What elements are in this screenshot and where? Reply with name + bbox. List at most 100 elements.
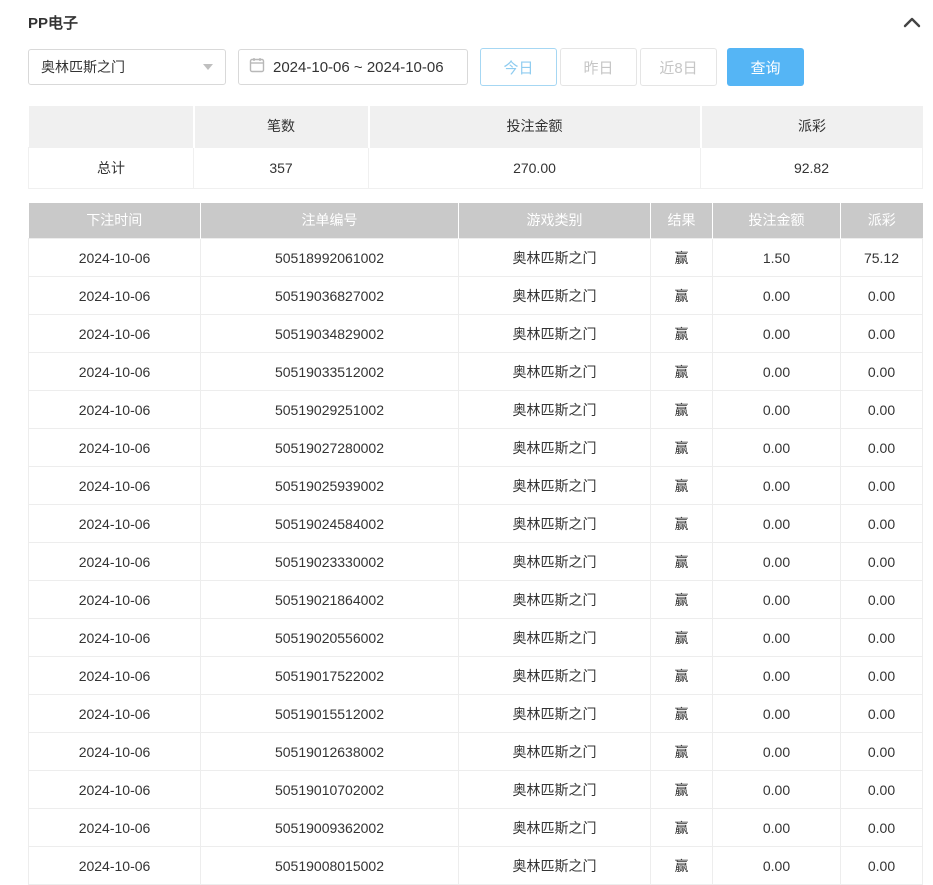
summary-table: 笔数 投注金额 派彩 总计 357 270.00 92.82 — [28, 106, 923, 189]
cell-payout: 0.00 — [841, 277, 923, 315]
summary-total-count: 357 — [194, 147, 369, 188]
cell-game-type: 奥林匹斯之门 — [459, 733, 651, 771]
table-row: 2024-10-0650519036827002奥林匹斯之门赢0.000.00 — [29, 277, 923, 315]
cell-payout: 0.00 — [841, 429, 923, 467]
cell-payout: 0.00 — [841, 695, 923, 733]
records-table: 下注时间 注单编号 游戏类别 结果 投注金额 派彩 2024-10-065051… — [28, 203, 923, 885]
cell-result: 赢 — [651, 809, 713, 847]
cell-bet-id: 50518992061002 — [201, 239, 459, 277]
cell-bet-time: 2024-10-06 — [29, 277, 201, 315]
cell-result: 赢 — [651, 277, 713, 315]
cell-bet-amount: 0.00 — [713, 695, 841, 733]
cell-game-type: 奥林匹斯之门 — [459, 467, 651, 505]
cell-bet-amount: 0.00 — [713, 429, 841, 467]
cell-bet-time: 2024-10-06 — [29, 315, 201, 353]
cell-result: 赢 — [651, 239, 713, 277]
cell-bet-amount: 0.00 — [713, 581, 841, 619]
cell-bet-time: 2024-10-06 — [29, 733, 201, 771]
cell-result: 赢 — [651, 429, 713, 467]
panel-header: PP电子 — [28, 8, 922, 36]
caret-down-icon — [203, 64, 213, 70]
cell-bet-id: 50519036827002 — [201, 277, 459, 315]
cell-game-type: 奥林匹斯之门 — [459, 353, 651, 391]
cell-bet-amount: 0.00 — [713, 619, 841, 657]
records-header-row: 下注时间 注单编号 游戏类别 结果 投注金额 派彩 — [29, 203, 923, 239]
game-select-value: 奥林匹斯之门 — [41, 57, 125, 77]
summary-header-payout: 派彩 — [701, 106, 923, 147]
cell-payout: 0.00 — [841, 733, 923, 771]
cell-payout: 0.00 — [841, 809, 923, 847]
last-8-days-button[interactable]: 近8日 — [640, 48, 717, 86]
date-range-value: 2024-10-06 ~ 2024-10-06 — [273, 59, 444, 76]
chevron-up-icon[interactable] — [902, 15, 922, 29]
today-button[interactable]: 今日 — [480, 48, 557, 86]
cell-bet-amount: 0.00 — [713, 467, 841, 505]
cell-bet-time: 2024-10-06 — [29, 391, 201, 429]
cell-bet-id: 50519034829002 — [201, 315, 459, 353]
cell-payout: 0.00 — [841, 581, 923, 619]
summary-header-blank — [29, 106, 194, 147]
cell-result: 赢 — [651, 505, 713, 543]
cell-bet-amount: 0.00 — [713, 809, 841, 847]
cell-bet-id: 50519020556002 — [201, 619, 459, 657]
cell-bet-amount: 0.00 — [713, 543, 841, 581]
cell-bet-time: 2024-10-06 — [29, 771, 201, 809]
header-game-type: 游戏类别 — [459, 203, 651, 239]
cell-bet-time: 2024-10-06 — [29, 581, 201, 619]
cell-result: 赢 — [651, 467, 713, 505]
table-row: 2024-10-0650519012638002奥林匹斯之门赢0.000.00 — [29, 733, 923, 771]
table-row: 2024-10-0650519017522002奥林匹斯之门赢0.000.00 — [29, 657, 923, 695]
cell-game-type: 奥林匹斯之门 — [459, 391, 651, 429]
cell-bet-time: 2024-10-06 — [29, 847, 201, 885]
filter-bar: 奥林匹斯之门 2024-10-06 ~ 2024-10-06 今日 昨日 近8日… — [28, 48, 922, 86]
cell-bet-amount: 0.00 — [713, 733, 841, 771]
cell-game-type: 奥林匹斯之门 — [459, 619, 651, 657]
cell-bet-time: 2024-10-06 — [29, 505, 201, 543]
table-row: 2024-10-0650519009362002奥林匹斯之门赢0.000.00 — [29, 809, 923, 847]
header-bet-id: 注单编号 — [201, 203, 459, 239]
table-row: 2024-10-0650519008015002奥林匹斯之门赢0.000.00 — [29, 847, 923, 885]
table-row: 2024-10-0650519025939002奥林匹斯之门赢0.000.00 — [29, 467, 923, 505]
cell-payout: 0.00 — [841, 543, 923, 581]
header-bet-amount: 投注金额 — [713, 203, 841, 239]
cell-bet-id: 50519021864002 — [201, 581, 459, 619]
cell-bet-time: 2024-10-06 — [29, 353, 201, 391]
cell-result: 赢 — [651, 353, 713, 391]
cell-bet-id: 50519010702002 — [201, 771, 459, 809]
cell-payout: 0.00 — [841, 315, 923, 353]
cell-game-type: 奥林匹斯之门 — [459, 277, 651, 315]
cell-result: 赢 — [651, 847, 713, 885]
header-payout: 派彩 — [841, 203, 923, 239]
query-button[interactable]: 查询 — [727, 48, 804, 86]
cell-result: 赢 — [651, 581, 713, 619]
cell-bet-amount: 0.00 — [713, 391, 841, 429]
cell-bet-amount: 0.00 — [713, 277, 841, 315]
pp-games-panel: PP电子 奥林匹斯之门 2024-10-06 ~ 2024-10-06 今日 — [0, 0, 933, 885]
cell-payout: 75.12 — [841, 239, 923, 277]
cell-result: 赢 — [651, 771, 713, 809]
summary-total-label: 总计 — [29, 147, 194, 188]
yesterday-button[interactable]: 昨日 — [560, 48, 637, 86]
records-body: 2024-10-0650518992061002奥林匹斯之门赢1.5075.12… — [29, 239, 923, 885]
table-row: 2024-10-0650519033512002奥林匹斯之门赢0.000.00 — [29, 353, 923, 391]
cell-bet-time: 2024-10-06 — [29, 467, 201, 505]
cell-game-type: 奥林匹斯之门 — [459, 657, 651, 695]
cell-result: 赢 — [651, 315, 713, 353]
cell-payout: 0.00 — [841, 657, 923, 695]
cell-result: 赢 — [651, 543, 713, 581]
cell-game-type: 奥林匹斯之门 — [459, 771, 651, 809]
table-row: 2024-10-0650519029251002奥林匹斯之门赢0.000.00 — [29, 391, 923, 429]
cell-payout: 0.00 — [841, 353, 923, 391]
table-row: 2024-10-0650519034829002奥林匹斯之门赢0.000.00 — [29, 315, 923, 353]
summary-header-row: 笔数 投注金额 派彩 — [29, 106, 923, 147]
cell-result: 赢 — [651, 657, 713, 695]
summary-header-count: 笔数 — [194, 106, 369, 147]
table-row: 2024-10-0650519020556002奥林匹斯之门赢0.000.00 — [29, 619, 923, 657]
summary-header-bet-amount: 投注金额 — [369, 106, 701, 147]
cell-payout: 0.00 — [841, 391, 923, 429]
game-select[interactable]: 奥林匹斯之门 — [28, 49, 226, 85]
cell-game-type: 奥林匹斯之门 — [459, 581, 651, 619]
header-bet-time: 下注时间 — [29, 203, 201, 239]
cell-bet-id: 50519027280002 — [201, 429, 459, 467]
date-range-input[interactable]: 2024-10-06 ~ 2024-10-06 — [238, 49, 468, 85]
